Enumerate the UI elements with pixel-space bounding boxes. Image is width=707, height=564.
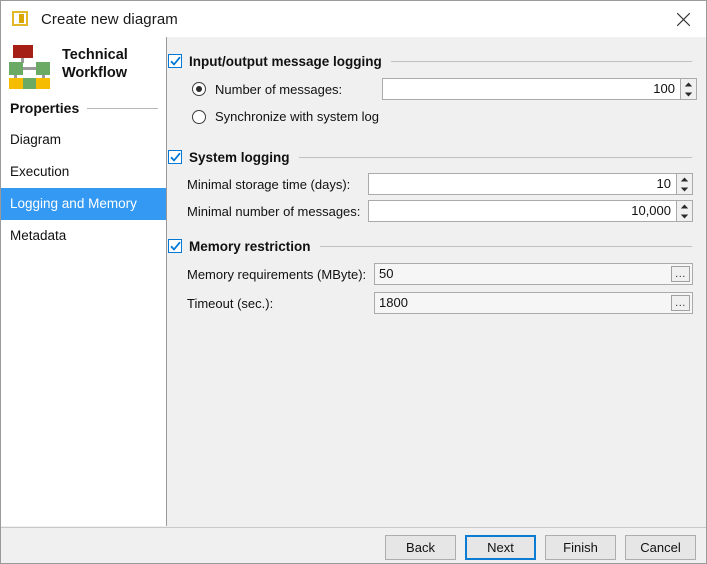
next-button[interactable]: Next xyxy=(465,535,536,560)
settings-panel: Input/output message logging Number of m… xyxy=(168,37,706,526)
group-title: Input/output message logging xyxy=(189,54,382,69)
dialog-button-bar: Back Next Finish Cancel xyxy=(385,535,696,560)
number-of-messages-input[interactable]: 100 xyxy=(382,78,680,100)
checkbox-system-logging[interactable] xyxy=(168,150,182,164)
group-title: Memory restriction xyxy=(189,239,311,254)
brand-name: Technical Workflow xyxy=(62,45,128,82)
technical-workflow-icon xyxy=(8,45,52,85)
row-number-of-messages: Number of messages: 100 xyxy=(192,78,697,100)
spinner-up-icon[interactable] xyxy=(677,201,692,211)
spinner-down-icon[interactable] xyxy=(677,184,692,194)
sidebar-item-diagram[interactable]: Diagram xyxy=(1,124,166,156)
minimal-number-of-messages-input[interactable]: 10,000 xyxy=(368,200,676,222)
close-icon[interactable] xyxy=(660,1,706,37)
properties-divider xyxy=(87,108,158,109)
group-divider xyxy=(391,61,692,62)
timeout-browse-button[interactable]: ... xyxy=(671,295,690,311)
brand-name-line1: Technical xyxy=(62,46,128,64)
group-header: Input/output message logging xyxy=(168,52,700,70)
sidebar-item-label: Metadata xyxy=(10,228,66,243)
sidebar: Technical Workflow Properties Diagram Ex… xyxy=(1,37,167,526)
group-header: System logging xyxy=(168,148,700,166)
window-title: Create new diagram xyxy=(41,11,178,28)
properties-label: Properties xyxy=(10,100,79,116)
spinner-minimal-storage-time[interactable]: 10 xyxy=(368,173,693,195)
sidebar-item-label: Logging and Memory xyxy=(10,196,137,211)
row-label: Minimal number of messages: xyxy=(187,204,368,219)
row-label: Timeout (sec.): xyxy=(187,296,374,311)
spinner-minimal-number-of-messages[interactable]: 10,000 xyxy=(368,200,693,222)
spinner-up-icon[interactable] xyxy=(681,79,696,89)
dialog-footer: Back Next Finish Cancel xyxy=(1,527,706,563)
row-label: Number of messages: xyxy=(215,82,382,97)
radio-number-of-messages[interactable] xyxy=(192,82,206,96)
back-button[interactable]: Back xyxy=(385,535,456,560)
sidebar-item-execution[interactable]: Execution xyxy=(1,156,166,188)
row-label: Memory requirements (MByte): xyxy=(187,267,374,282)
group-system-logging: System logging Minimal storage time (day… xyxy=(168,148,700,166)
group-divider xyxy=(299,157,692,158)
row-synchronize-with-system-log: Synchronize with system log xyxy=(192,109,379,124)
row-minimal-storage-time: Minimal storage time (days): 10 xyxy=(187,173,697,195)
group-memory-restriction: Memory restriction Memory requirements (… xyxy=(168,237,700,255)
sidebar-item-logging-and-memory[interactable]: Logging and Memory xyxy=(1,188,166,220)
spinner-down-icon[interactable] xyxy=(681,89,696,99)
properties-nav-list: Diagram Execution Logging and Memory Met… xyxy=(1,124,166,252)
checkbox-memory-restriction[interactable] xyxy=(168,239,182,253)
row-memory-requirements: Memory requirements (MByte): 50 ... xyxy=(187,263,697,285)
create-new-diagram-dialog: Create new diagram Tech xyxy=(0,0,707,564)
field-timeout[interactable]: 1800 ... xyxy=(374,292,693,314)
row-timeout: Timeout (sec.): 1800 ... xyxy=(187,292,697,314)
sidebar-item-metadata[interactable]: Metadata xyxy=(1,220,166,252)
spinner-buttons xyxy=(676,200,693,222)
spinner-buttons xyxy=(676,173,693,195)
group-title: System logging xyxy=(189,150,290,165)
memory-requirements-input[interactable]: 50 xyxy=(375,264,671,284)
spinner-down-icon[interactable] xyxy=(677,211,692,221)
spinner-up-icon[interactable] xyxy=(677,174,692,184)
group-header: Memory restriction xyxy=(168,237,700,255)
finish-button[interactable]: Finish xyxy=(545,535,616,560)
brand-name-line2: Workflow xyxy=(62,64,128,82)
cancel-button[interactable]: Cancel xyxy=(625,535,696,560)
row-label: Minimal storage time (days): xyxy=(187,177,368,192)
properties-section-header: Properties xyxy=(1,100,166,116)
radio-synchronize-with-system-log[interactable] xyxy=(192,110,206,124)
sidebar-item-label: Diagram xyxy=(10,132,61,147)
diagram-window-icon xyxy=(12,10,30,28)
row-minimal-number-of-messages: Minimal number of messages: 10,000 xyxy=(187,200,697,222)
brand-block: Technical Workflow xyxy=(1,37,166,89)
timeout-input[interactable]: 1800 xyxy=(375,293,671,313)
minimal-storage-time-input[interactable]: 10 xyxy=(368,173,676,195)
memory-requirements-browse-button[interactable]: ... xyxy=(671,266,690,282)
sidebar-item-label: Execution xyxy=(10,164,69,179)
group-input-output-message-logging: Input/output message logging Number of m… xyxy=(168,52,700,70)
row-label: Synchronize with system log xyxy=(215,109,379,124)
checkbox-input-output-message-logging[interactable] xyxy=(168,54,182,68)
group-divider xyxy=(320,246,692,247)
spinner-number-of-messages[interactable]: 100 xyxy=(382,78,697,100)
spinner-buttons xyxy=(680,78,697,100)
title-bar: Create new diagram xyxy=(1,1,706,37)
field-memory-requirements[interactable]: 50 ... xyxy=(374,263,693,285)
